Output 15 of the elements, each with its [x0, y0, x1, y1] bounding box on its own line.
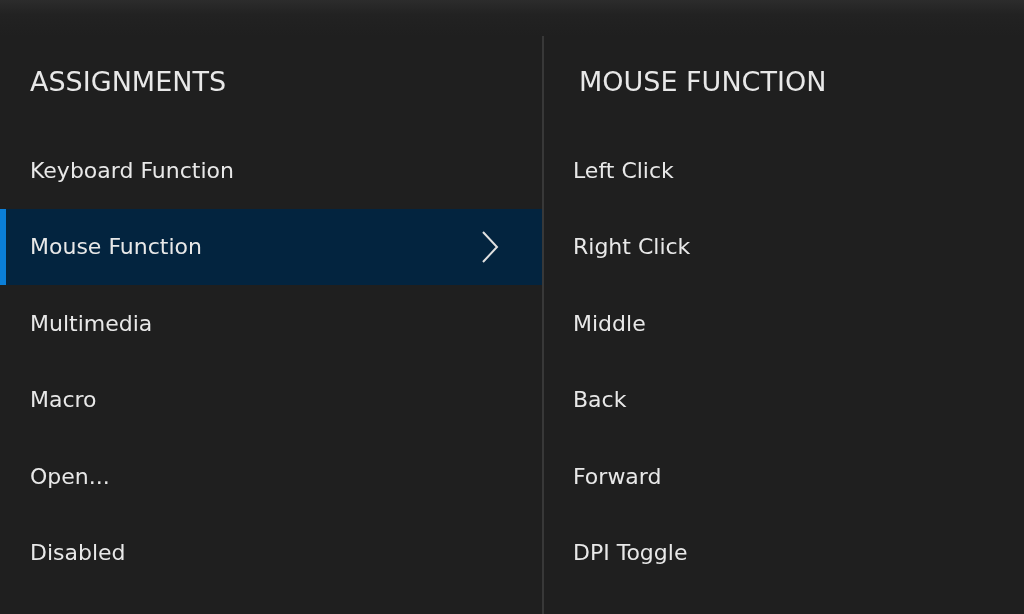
menu-item[interactable]: Back: [544, 361, 1024, 438]
menu-item[interactable]: Middle: [544, 285, 1024, 362]
section-title: ASSIGNMENTS: [29, 65, 227, 99]
menu-item[interactable]: Right Click: [544, 208, 1024, 285]
menu-item[interactable]: Disabled: [0, 514, 542, 591]
menu-item[interactable]: Forward: [544, 438, 1024, 515]
menu-item[interactable]: Left Click: [544, 132, 1024, 209]
menu-item[interactable]: Keyboard Function: [0, 132, 542, 209]
menu-item[interactable]: Mouse Function: [0, 208, 542, 285]
menu-item[interactable]: Macro: [0, 361, 542, 438]
menu-item[interactable]: Multimedia: [0, 285, 542, 362]
section-title: MOUSE FUNCTION: [578, 65, 828, 99]
menu-item[interactable]: Open...: [0, 438, 542, 515]
menu-item[interactable]: DPI Toggle: [544, 514, 1024, 591]
chevron-icon: [480, 229, 500, 264]
